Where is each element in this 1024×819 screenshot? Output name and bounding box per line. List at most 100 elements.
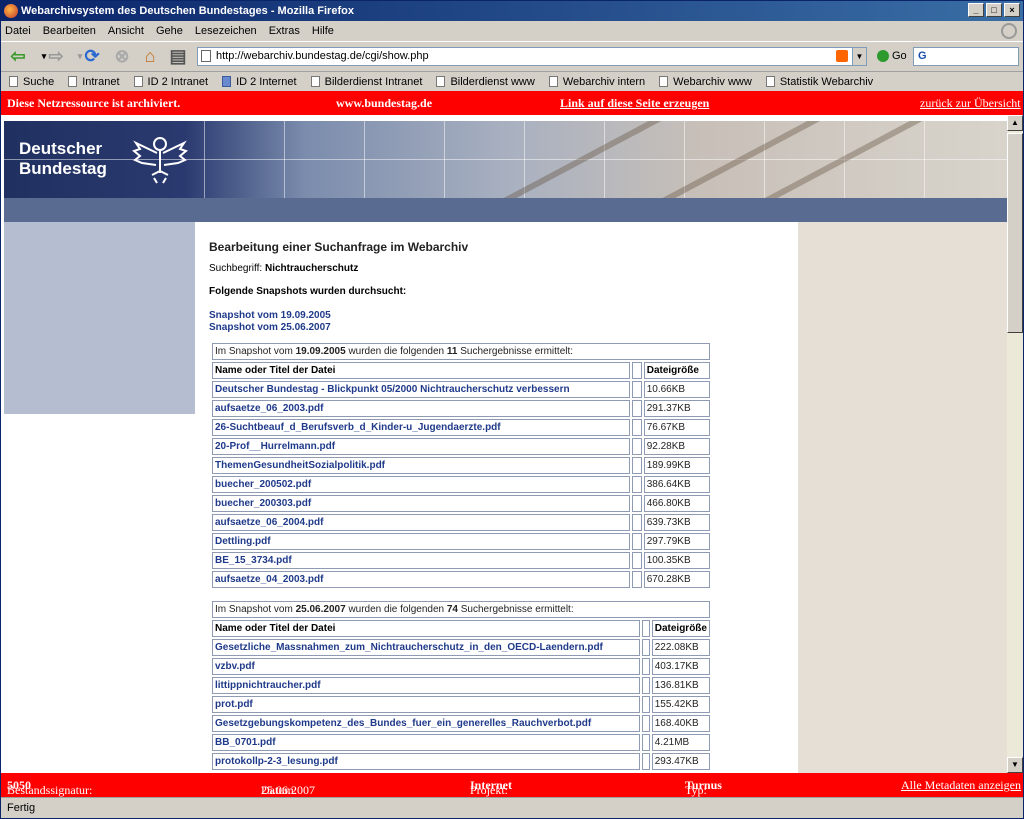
table-row: buecher_200502.pdf 386.64KB [212, 476, 710, 493]
home-icon[interactable]: ⌂ [139, 45, 161, 67]
file-name-link[interactable]: prot.pdf [212, 696, 640, 713]
bookmark-suche[interactable]: Suche [9, 76, 54, 88]
table-row: BB_0701.pdf 4.21MB [212, 734, 710, 751]
bookmark-webarchiv-www[interactable]: Webarchiv www [659, 76, 752, 88]
bookmark-label: Bilderdienst www [450, 75, 535, 88]
file-size: 189.99KB [643, 457, 710, 474]
file-name-link[interactable]: Dettling.pdf [212, 533, 630, 550]
file-name-link[interactable]: protokollp-2-3_lesung.pdf [212, 753, 640, 770]
spacer-cell [641, 696, 650, 713]
file-name-link[interactable]: 26-Suchtbeauf_d_Berufsverb_d_Kinder-u_Ju… [212, 419, 630, 436]
bookmark-bilderdienst-intranet[interactable]: Bilderdienst Intranet [310, 75, 423, 88]
create-link-link[interactable]: Link auf diese Seite erzeugen [560, 96, 709, 111]
caption-date: 19.09.2005 [295, 346, 346, 357]
bookmark-label: Suche [23, 75, 55, 88]
menu-datei[interactable]: Datei [5, 25, 31, 37]
file-name-link[interactable]: aufsaetze_06_2004.pdf [212, 514, 630, 531]
bookmark-bilderdienst-www[interactable]: Bilderdienst www [436, 75, 535, 88]
bookmark-statistik-webarchiv[interactable]: Statistik Webarchiv [765, 75, 874, 88]
menu-extras[interactable]: Extras [269, 25, 300, 37]
scroll-thumb[interactable] [1007, 133, 1023, 333]
file-name-link[interactable]: BE_15_3734.pdf [212, 552, 630, 569]
table-row: Gesetzgebungskompetenz_des_Bundes_fuer_e… [212, 715, 710, 732]
caption-text: Suchergebnisse ermittelt: [460, 346, 574, 357]
page-icon [310, 76, 320, 87]
file-name-link[interactable]: littippnichtraucher.pdf [212, 677, 640, 694]
close-button[interactable]: × [1004, 3, 1020, 17]
menu-bearbeiten[interactable]: Bearbeiten [43, 25, 96, 37]
scroll-down-icon[interactable]: ▼ [1007, 757, 1023, 773]
signature-field: Bestandssignatur: 5050 [7, 778, 92, 797]
back-to-overview-link[interactable]: zurück zur Übersicht [920, 96, 1021, 111]
snapshot-link-2[interactable]: Snapshot vom 25.06.2007 [209, 322, 331, 333]
spacer-cell [641, 734, 650, 751]
file-name-link[interactable]: BB_0701.pdf [212, 734, 640, 751]
site-name: www.bundestag.de [336, 96, 433, 110]
url-bar[interactable]: http://webarchiv.bundestag.de/cgi/show.p… [197, 47, 867, 66]
bookmark-label: Statistik Webarchiv [779, 75, 874, 88]
file-name-link[interactable]: vzbv.pdf [212, 658, 640, 675]
vertical-scrollbar[interactable]: ▲ ▼ [1007, 115, 1023, 773]
file-name-link[interactable]: 20-Prof__Hurrelmann.pdf [212, 438, 630, 455]
back-arrow-icon[interactable]: ⇦ [7, 45, 29, 67]
menu-hilfe[interactable]: Hilfe [312, 25, 334, 37]
bookmark-id2-internet[interactable]: ID 2 Internet [222, 76, 297, 88]
print-icon[interactable]: ▤ [167, 45, 189, 67]
table-row: Deutscher Bundestag - Blickpunkt 05/2000… [212, 381, 710, 398]
menu-lesezeichen[interactable]: Lesezeichen [195, 25, 257, 37]
page-icon [68, 76, 78, 87]
file-name-link[interactable]: aufsaetze_06_2003.pdf [212, 400, 630, 417]
file-name-link[interactable]: Deutscher Bundestag - Blickpunkt 05/2000… [212, 381, 630, 398]
bookmark-label: Webarchiv intern [562, 75, 646, 88]
table-row: ThemenGesundheitSozialpolitik.pdf 189.99K… [212, 457, 710, 474]
bookmark-id2-intranet[interactable]: ID 2 Intranet [133, 75, 209, 88]
firefox-icon [4, 4, 18, 18]
show-all-metadata-link[interactable]: Alle Metadaten anzeigen [901, 778, 1021, 793]
url-dropdown-icon[interactable]: ▼ [852, 48, 866, 65]
column-header-name: Name oder Titel der Datei [212, 362, 630, 379]
caption-text: Im Snapshot vom [215, 604, 293, 615]
spacer-cell [641, 639, 650, 656]
spacer-cell [631, 476, 642, 493]
spacer-cell [631, 381, 642, 398]
menu-ansicht[interactable]: Ansicht [108, 25, 144, 37]
file-name-link[interactable]: ThemenGesundheitSozialpolitik.pdf [212, 457, 630, 474]
file-size: 297.79KB [643, 533, 710, 550]
file-name-link[interactable]: buecher_200502.pdf [212, 476, 630, 493]
caption-count: 74 [446, 604, 458, 615]
search-box[interactable]: G [913, 47, 1019, 66]
reload-icon[interactable]: ⟳ [81, 45, 103, 67]
bookmark-label: Bilderdienst Intranet [324, 75, 423, 88]
spacer-cell [631, 438, 642, 455]
table-caption: Im Snapshot vom 25.06.2007 wurden die fo… [212, 601, 710, 618]
main-column: Bearbeitung einer Suchanfrage im Webarch… [195, 222, 798, 773]
column-header-name: Name oder Titel der Datei [212, 620, 640, 637]
window-title: Webarchivsystem des Deutschen Bundestage… [21, 5, 354, 17]
file-size: 155.42KB [651, 696, 710, 713]
file-name-link[interactable]: buecher_200303.pdf [212, 495, 630, 512]
stop-icon[interactable]: ⊗ [111, 45, 133, 67]
maximize-button[interactable]: □ [986, 3, 1002, 17]
page-icon [201, 50, 211, 62]
column-header-size: Dateigröße [651, 620, 710, 637]
federal-eagle-icon [131, 137, 189, 184]
file-name-link[interactable]: Gesetzliche_Massnahmen_zum_Nichtrauchers… [212, 639, 640, 656]
logo-line-2: Bundestag [19, 159, 107, 178]
bookmark-intranet[interactable]: Intranet [68, 76, 120, 88]
menu-gehe[interactable]: Gehe [156, 25, 183, 37]
go-button[interactable]: Go [877, 50, 907, 63]
results-table-2005: Im Snapshot vom 19.09.2005 wurden die fo… [210, 341, 712, 590]
forward-arrow-icon[interactable]: ⇨ [45, 45, 67, 67]
scroll-up-icon[interactable]: ▲ [1007, 115, 1023, 131]
snapshot-link-1[interactable]: Snapshot vom 19.09.2005 [209, 310, 331, 321]
search-term-value: Nichtraucherschutz [264, 263, 359, 274]
type-label: Typ: [685, 783, 707, 797]
file-name-link[interactable]: Gesetzgebungskompetenz_des_Bundes_fuer_e… [212, 715, 640, 732]
rss-feed-icon[interactable] [836, 50, 848, 62]
bookmark-label: ID 2 Intranet [147, 75, 209, 88]
minimize-button[interactable]: _ [968, 3, 984, 17]
file-size: 10.66KB [643, 381, 710, 398]
bookmark-webarchiv-intern[interactable]: Webarchiv intern [548, 75, 646, 88]
table-row: protokollp-2-3_lesung.pdf 293.47KB [212, 753, 710, 770]
file-name-link[interactable]: aufsaetze_04_2003.pdf [212, 571, 630, 588]
